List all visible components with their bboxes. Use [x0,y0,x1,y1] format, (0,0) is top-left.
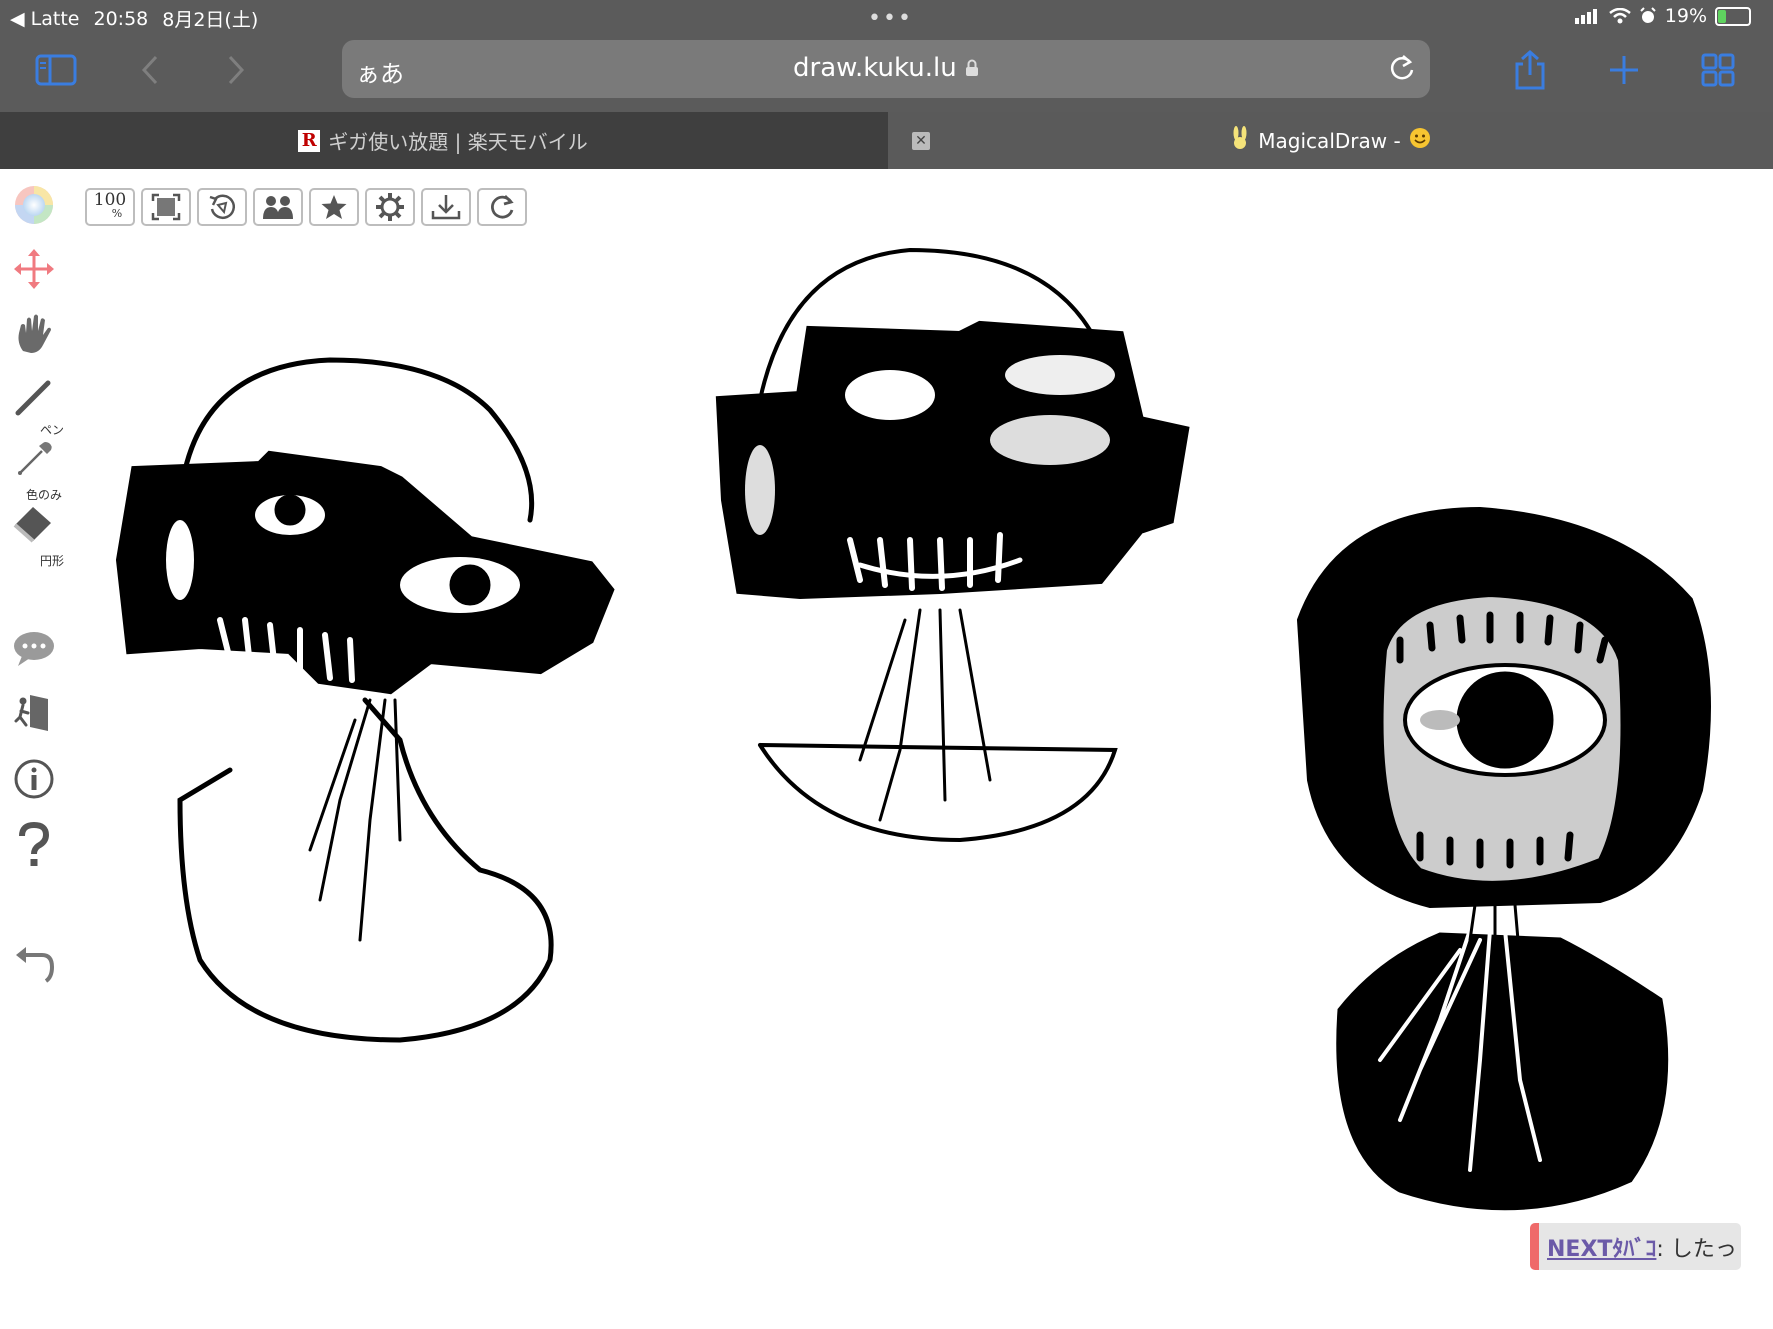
exit-room-button[interactable] [10,689,58,737]
forward-button[interactable] [214,48,258,92]
drawing-app: ペン 色のみ 円形 100% NEXTﾀﾊﾞｺ: したっ [0,169,1773,1329]
eyedropper-tool-button[interactable] [10,435,58,483]
sketch-head-middle [715,247,1190,843]
eraser-icon [13,507,51,543]
info-button[interactable] [10,755,58,803]
url-text: draw.kuku.lu [793,53,957,83]
reload-button[interactable] [1388,53,1416,87]
reload-icon [1390,55,1414,80]
zoom-level: 100% [94,192,126,221]
tab-magicaldraw[interactable]: ✕ MagicalDraw - [888,112,1773,169]
status-date: 8月2日(土) [162,9,259,31]
chevron-right-icon [228,55,245,85]
zoom-reset-button[interactable]: 100% [85,188,135,226]
users-button[interactable] [253,188,303,226]
settings-button[interactable] [365,188,415,226]
rotate-canvas-button[interactable] [197,188,247,226]
pen-tool-button[interactable] [10,373,58,421]
chevron-left-icon [141,55,158,85]
move-arrows-icon [14,249,54,289]
chat-button[interactable] [10,625,58,673]
refresh-canvas-button[interactable] [477,188,527,226]
info-icon [14,759,54,799]
battery-percent: 19% [1664,5,1707,27]
battery-icon [1715,6,1751,26]
move-tool-button[interactable] [10,245,58,293]
lock-icon [965,59,978,76]
pen-icon [15,380,51,416]
share-button[interactable] [1508,48,1552,92]
smiley-icon [1409,127,1431,154]
eraser-label: 円形 [40,554,65,568]
eyedropper-icon [18,442,52,475]
sketch-head-right [1296,506,1711,1211]
rabbit-icon [1230,126,1250,155]
star-icon [321,195,347,219]
refresh-icon [491,195,514,219]
tab-title: ギガ使い放題 | 楽天モバイル [328,130,588,154]
address-bar[interactable]: ぁあ draw.kuku.lu [342,40,1430,98]
back-app-label: Latte [30,7,80,30]
new-tab-button[interactable] [1602,48,1646,92]
chat-bubble-icon [14,632,54,666]
sketch-head-left [115,357,615,1043]
tab-overview-button[interactable] [1696,48,1740,92]
hand-icon [18,314,51,353]
share-icon [1515,50,1545,90]
gear-icon [376,193,404,221]
next-topic-box: NEXTﾀﾊﾞｺ : したっ [1530,1223,1741,1270]
tabs-grid-icon [1701,53,1735,87]
canvas-toolbar: 100% [85,188,527,226]
sidebar-icon [35,54,77,86]
fit-screen-button[interactable] [141,188,191,226]
back-to-app-link[interactable]: ◀ Latte [10,8,79,30]
close-tab-icon[interactable]: ✕ [912,132,930,150]
next-topic-text: : したっ [1656,1236,1737,1262]
status-time: 20:58 [93,7,149,30]
color-picker-button[interactable] [10,181,58,229]
wifi-icon [1608,8,1631,24]
tab-title: MagicalDraw - [1258,128,1401,153]
exit-door-icon [14,695,48,731]
undo-arrow-icon [16,947,55,983]
undo-button[interactable] [10,939,58,987]
rotate-canvas-icon [209,194,236,219]
download-icon [431,195,461,220]
alarm-icon [1640,7,1656,23]
rakuten-logo-icon: R [298,129,321,152]
eraser-tool-button[interactable] [10,499,58,547]
next-topic-link[interactable]: NEXTﾀﾊﾞｺ [1547,1231,1656,1263]
question-mark-icon [19,822,50,866]
drawing-canvas[interactable] [100,229,1773,1239]
tab-rakuten[interactable]: R ギガ使い放題 | 楽天モバイル [0,112,886,169]
browser-chrome: ◀ Latte 20:58 8月2日(土) ••• 19% ぁあ draw.ku… [0,0,1773,112]
signal-icon [1574,9,1597,24]
fit-frame-icon [151,193,181,221]
favorite-button[interactable] [309,188,359,226]
multitask-dots[interactable]: ••• [868,6,913,31]
help-button[interactable] [10,821,58,869]
sidebar-toggle-button[interactable] [34,48,78,92]
status-bar: ◀ Latte 20:58 8月2日(土) ••• 19% [0,0,1773,34]
hand-tool-button[interactable] [10,309,58,357]
tab-bar: R ギガ使い放題 | 楽天モバイル ✕ MagicalDraw - [0,112,1773,169]
users-icon [263,196,293,219]
color-wheel-icon [15,186,53,224]
back-button[interactable] [128,48,172,92]
download-button[interactable] [421,188,471,226]
plus-icon [1610,56,1638,84]
